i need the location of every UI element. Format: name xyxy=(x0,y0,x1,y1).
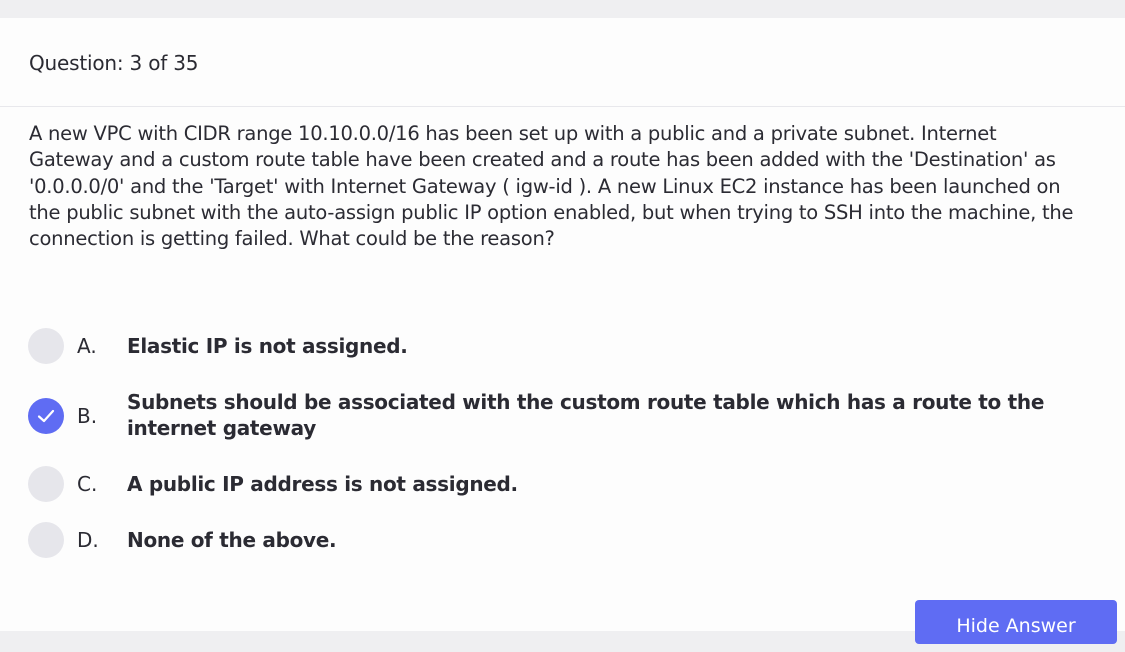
option-c-text: A public IP address is not assigned. xyxy=(127,472,518,496)
option-a-radio[interactable] xyxy=(28,328,64,364)
hide-answer-button[interactable]: Hide Answer xyxy=(915,600,1117,644)
checkmark-icon xyxy=(37,409,55,423)
option-b-text: Subnets should be associated with the cu… xyxy=(127,390,1045,440)
option-d-radio[interactable] xyxy=(28,522,64,558)
option-d-text: None of the above. xyxy=(127,528,337,552)
option-d-letter: D. xyxy=(77,528,99,552)
question-text: A new VPC with CIDR range 10.10.0.0/16 h… xyxy=(29,122,1074,251)
option-c-radio[interactable] xyxy=(28,466,64,502)
option-a-letter: A. xyxy=(77,334,97,358)
option-a-text: Elastic IP is not assigned. xyxy=(127,334,408,358)
question-header: Question: 3 of 35 xyxy=(0,18,1125,107)
option-b-radio[interactable] xyxy=(28,398,64,434)
option-c-letter: C. xyxy=(77,472,98,496)
question-counter: Question: 3 of 35 xyxy=(29,51,199,75)
option-b-letter: B. xyxy=(77,404,98,428)
